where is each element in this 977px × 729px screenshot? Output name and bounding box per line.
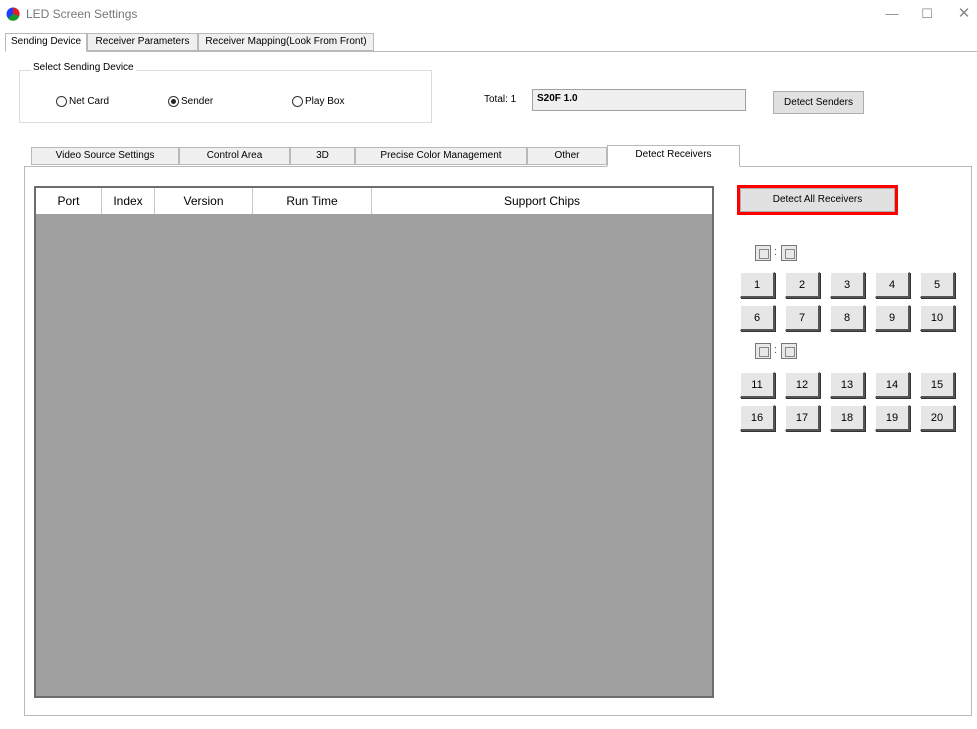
radio-label: Sender [181,96,214,107]
receiver-button-5[interactable]: 5 [920,272,955,298]
tab-receiver-mapping[interactable]: Receiver Mapping(Look From Front) [198,33,374,51]
receiver-button-4[interactable]: 4 [875,272,910,298]
maximize-button[interactable]: ☐ [915,4,939,24]
total-count-label: Total: 1 [484,94,517,105]
receiver-button-1[interactable]: 1 [740,272,775,298]
title-bar [0,0,977,30]
tab-precise-color-management[interactable]: Precise Color Management [355,147,527,165]
group-label: Select Sending Device [31,62,136,73]
detect-all-receivers-button[interactable]: Detect All Receivers [740,188,895,212]
radio-label: Play Box [305,96,345,107]
receiver-button-16[interactable]: 16 [740,405,775,431]
tab-video-source-settings[interactable]: Video Source Settings [31,147,179,165]
receiver-button-17[interactable]: 17 [785,405,820,431]
receiver-button-2[interactable]: 2 [785,272,820,298]
receiver-button-11[interactable]: 11 [740,372,775,398]
close-button[interactable]: ✕ [952,4,976,24]
port-legend: : [755,245,825,263]
receiver-button-6[interactable]: 6 [740,305,775,331]
column-header-version[interactable]: Version [155,188,253,214]
tab-receiver-parameters[interactable]: Receiver Parameters [87,33,198,51]
detect-senders-button[interactable]: Detect Senders [773,91,864,114]
tab-detect-receivers[interactable]: Detect Receivers [607,145,740,167]
screen-box-icon [781,245,797,261]
radio-play-box[interactable]: Play Box [292,95,344,109]
radio-circle-icon [292,95,303,107]
radio-checked-icon [168,95,179,107]
table-header: Port Index Version Run Time Support Chip… [36,188,712,214]
receiver-button-9[interactable]: 9 [875,305,910,331]
screen-box-icon [755,245,771,261]
receiver-button-19[interactable]: 19 [875,405,910,431]
receiver-button-8[interactable]: 8 [830,305,865,331]
legend-separator: : [774,344,778,356]
tab-control-area[interactable]: Control Area [179,147,290,165]
tab-3d[interactable]: 3D [290,147,355,165]
tab-sending-device[interactable]: Sending Device [5,33,87,52]
column-header-support-chips[interactable]: Support Chips [372,188,712,214]
receiver-button-12[interactable]: 12 [785,372,820,398]
receiver-table[interactable]: Port Index Version Run Time Support Chip… [34,186,714,698]
column-header-index[interactable]: Index [102,188,155,214]
tab-other[interactable]: Other [527,147,607,165]
screen-box-icon [781,343,797,359]
receiver-button-18[interactable]: 18 [830,405,865,431]
receiver-button-15[interactable]: 15 [920,372,955,398]
column-header-run-time[interactable]: Run Time [253,188,372,214]
led-color-icon [6,7,20,21]
minimize-button[interactable]: — [880,4,904,24]
radio-sender[interactable]: Sender [168,95,213,109]
column-header-port[interactable]: Port [36,188,102,214]
radio-net-card[interactable]: Net Card [56,95,109,109]
receiver-button-7[interactable]: 7 [785,305,820,331]
port-legend: : [755,343,825,361]
legend-separator: : [774,246,778,258]
receiver-button-20[interactable]: 20 [920,405,955,431]
receiver-button-10[interactable]: 10 [920,305,955,331]
radio-label: Net Card [69,96,110,107]
receiver-button-3[interactable]: 3 [830,272,865,298]
receiver-button-14[interactable]: 14 [875,372,910,398]
screen-box-icon [755,343,771,359]
radio-circle-icon [56,95,67,107]
receiver-button-13[interactable]: 13 [830,372,865,398]
window-title: LED Screen Settings [26,7,138,21]
sender-device-field[interactable]: S20F 1.0 [532,89,746,111]
